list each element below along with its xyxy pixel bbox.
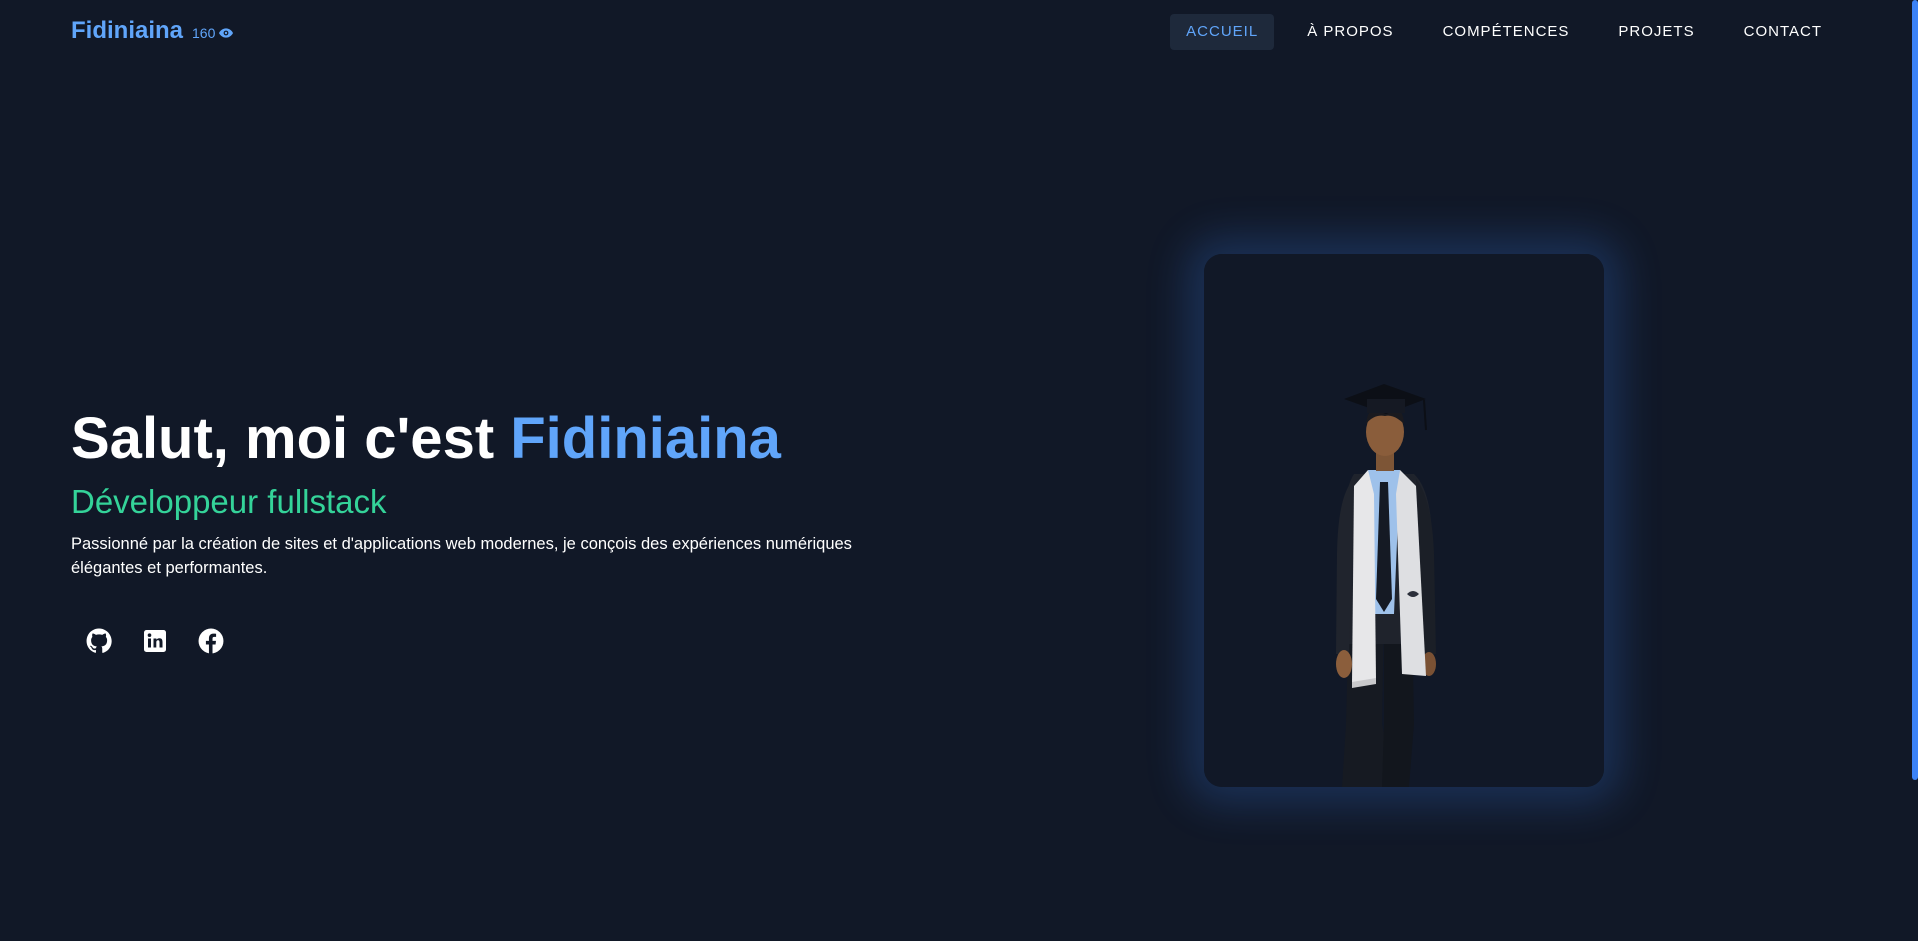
facebook-icon [198,628,224,654]
site-header: Fidiniaina 160 ACCUEIL À PROPOS COMPÉTEN… [0,0,1918,64]
nav-item-projets[interactable]: PROJETS [1602,14,1710,50]
nav-item-a-propos[interactable]: À PROPOS [1291,14,1409,50]
page: Fidiniaina 160 ACCUEIL À PROPOS COMPÉTEN… [0,0,1918,941]
profile-photo-card [1204,254,1604,787]
brand: Fidiniaina 160 [71,17,234,45]
page-scrollbar[interactable] [1912,0,1918,941]
hero-subtitle: Développeur fullstack [71,483,387,520]
brand-logo-link[interactable]: Fidiniaina [71,17,183,45]
github-link[interactable] [71,613,127,669]
view-count: 160 [192,25,216,41]
github-icon [86,628,112,653]
hero-section: Salut, moi c'est Fidiniaina Développeur … [71,402,911,580]
main-nav: ACCUEIL À PROPOS COMPÉTENCES PROJETS CON… [1153,14,1838,50]
hero-title: Salut, moi c'est Fidiniaina [71,402,911,476]
linkedin-icon [144,630,166,652]
graduation-portrait [1204,254,1604,787]
social-links [71,613,239,669]
hero-description: Passionné par la création de sites et d'… [71,535,852,577]
view-counter: 160 [192,25,234,41]
nav-item-competences[interactable]: COMPÉTENCES [1427,14,1586,50]
facebook-link[interactable] [183,613,239,669]
scrollbar-thumb[interactable] [1912,0,1918,780]
eye-icon [219,28,234,38]
hero-title-name: Fidiniaina [510,406,781,471]
hero-title-prefix: Salut, moi c'est [71,406,511,471]
nav-item-accueil[interactable]: ACCUEIL [1170,14,1275,50]
nav-item-contact[interactable]: CONTACT [1728,14,1838,50]
linkedin-link[interactable] [127,613,183,669]
